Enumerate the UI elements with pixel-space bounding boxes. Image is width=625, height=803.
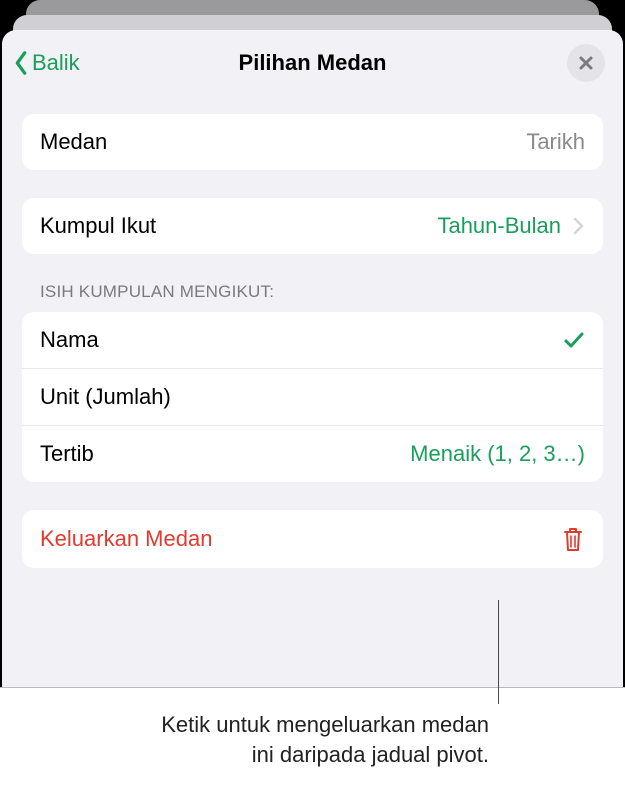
sort-name-check	[563, 329, 585, 351]
remove-group: Keluarkan Medan	[22, 510, 603, 568]
group-by-row[interactable]: Kumpul Ikut Tahun-Bulan	[22, 198, 603, 254]
close-button[interactable]	[567, 44, 605, 82]
checkmark-icon	[563, 329, 585, 351]
remove-field-label: Keluarkan Medan	[40, 526, 212, 552]
group-by-value: Tahun-Bulan	[437, 213, 561, 239]
remove-field-icon-wrap	[561, 525, 585, 553]
group-by-label: Kumpul Ikut	[40, 213, 156, 239]
field-row: Medan Tarikh	[22, 114, 603, 170]
sort-unit-label: Unit (Jumlah)	[40, 384, 171, 410]
group-by-group: Kumpul Ikut Tahun-Bulan	[22, 198, 603, 254]
field-group: Medan Tarikh	[22, 114, 603, 170]
callout-line2: ini daripada jadual pivot.	[252, 742, 489, 767]
chevron-left-icon	[12, 50, 30, 76]
sort-section-header: ISIH KUMPULAN MENGIKUT:	[22, 282, 603, 312]
sort-row-name[interactable]: Nama	[22, 312, 603, 368]
back-button[interactable]: Balik	[12, 50, 132, 76]
back-label: Balik	[32, 50, 80, 76]
callout-text: Ketik untuk mengeluarkan medan ini darip…	[161, 710, 489, 769]
callout-line	[498, 600, 499, 704]
chevron-right-icon	[573, 217, 585, 235]
annotation-area: Ketik untuk mengeluarkan medan ini darip…	[0, 687, 625, 803]
sort-row-unit[interactable]: Unit (Jumlah)	[22, 368, 603, 425]
field-value: Tarikh	[526, 129, 585, 155]
content-area: Medan Tarikh Kumpul Ikut Tahun-Bulan ISI…	[2, 94, 623, 596]
group-by-right: Tahun-Bulan	[437, 213, 585, 239]
sort-row-order[interactable]: Tertib Menaik (1, 2, 3…)	[22, 425, 603, 482]
sort-order-value: Menaik (1, 2, 3…)	[410, 441, 585, 467]
close-icon	[578, 55, 594, 71]
sort-group: Nama Unit (Jumlah) Tertib Menaik (1, 2, …	[22, 312, 603, 482]
options-sheet: Balik Pilihan Medan Medan Tarikh Kumpul …	[2, 30, 623, 687]
nav-bar: Balik Pilihan Medan	[2, 30, 623, 94]
sort-name-label: Nama	[40, 327, 99, 353]
sort-order-label: Tertib	[40, 441, 94, 467]
callout-line1: Ketik untuk mengeluarkan medan	[161, 712, 489, 737]
trash-icon	[561, 525, 585, 553]
remove-field-row[interactable]: Keluarkan Medan	[22, 510, 603, 568]
field-label: Medan	[40, 129, 107, 155]
